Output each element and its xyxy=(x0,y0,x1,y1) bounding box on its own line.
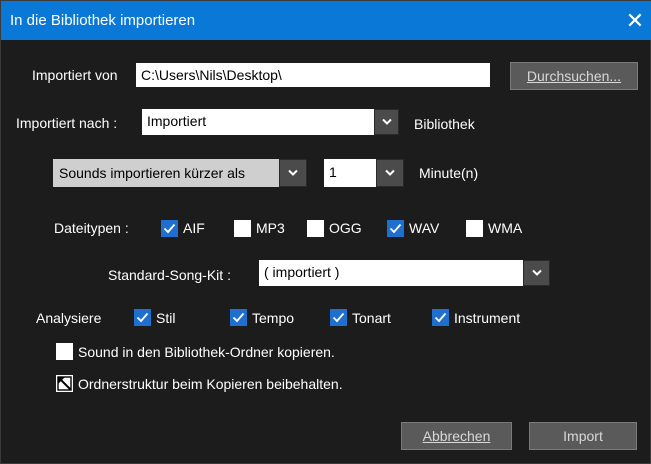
window-title: In die Bibliothek importieren xyxy=(10,12,196,29)
file-type-aif-checkbox[interactable] xyxy=(161,220,178,237)
copy-to-library-label: Sound in den Bibliothek-Ordner kopieren. xyxy=(78,344,335,360)
cancel-button-label: Abbrechen xyxy=(422,428,491,444)
close-icon[interactable]: ✕ xyxy=(618,1,651,40)
file-type-wav-checkbox[interactable] xyxy=(387,220,404,237)
cancel-button[interactable]: Abbrechen xyxy=(401,422,512,450)
browse-button-label: Durchsuchen... xyxy=(526,68,622,84)
copy-to-library-checkbox[interactable] xyxy=(56,343,73,360)
analyze-instrument-checkbox[interactable] xyxy=(432,309,449,326)
browse-button[interactable]: Durchsuchen... xyxy=(510,62,638,90)
import-dialog: In die Bibliothek importieren ✕ Importie… xyxy=(0,0,651,464)
import-from-label: Importiert von xyxy=(32,67,118,83)
file-types-label: Dateitypen : xyxy=(54,220,129,236)
file-type-aif-label: AIF xyxy=(183,220,205,236)
song-kit-select[interactable]: ( importiert ) xyxy=(259,260,523,286)
keep-folder-structure-label: Ordnerstruktur beim Kopieren beibehalten… xyxy=(78,376,343,392)
sound-length-filter-dropdown-button[interactable] xyxy=(279,159,307,187)
file-type-mp3-checkbox[interactable] xyxy=(234,220,251,237)
sound-length-filter-select[interactable]: Sounds importieren kürzer als xyxy=(53,159,279,187)
analyze-instrument-label: Instrument xyxy=(454,310,521,326)
file-type-mp3-label: MP3 xyxy=(256,220,285,236)
checkmark-icon xyxy=(389,223,402,234)
checkmark-icon xyxy=(332,312,345,323)
chevron-down-icon xyxy=(288,169,298,176)
keep-folder-structure-checkbox[interactable] xyxy=(56,375,73,392)
sound-length-amount-dropdown-button[interactable] xyxy=(376,159,404,187)
analyze-tempo-checkbox[interactable] xyxy=(230,309,247,326)
file-type-wav-label: WAV xyxy=(409,220,440,236)
analyze-key-label: Tonart xyxy=(352,310,391,326)
sound-length-unit: Minute(n) xyxy=(419,165,479,181)
import-to-suffix: Bibliothek xyxy=(414,116,475,132)
chevron-down-icon xyxy=(385,169,395,176)
chevron-down-icon xyxy=(381,118,392,125)
sound-length-amount-input[interactable]: 1 xyxy=(324,159,376,187)
file-type-wma-checkbox[interactable] xyxy=(466,220,483,237)
import-button[interactable]: Import xyxy=(529,422,637,450)
file-type-wma-label: WMA xyxy=(488,220,523,236)
checkmark-icon xyxy=(136,312,149,323)
analyze-style-label: Stil xyxy=(156,310,176,326)
title-bar: In die Bibliothek importieren ✕ xyxy=(1,1,651,40)
checkmark-icon xyxy=(163,223,176,234)
import-to-select[interactable]: Importiert xyxy=(142,109,374,135)
checkmark-icon xyxy=(434,312,447,323)
import-to-dropdown-button[interactable] xyxy=(374,109,399,135)
analyze-key-checkbox[interactable] xyxy=(330,309,347,326)
import-to-label: Importiert nach : xyxy=(16,115,118,131)
analyze-tempo-label: Tempo xyxy=(252,310,295,326)
song-kit-label: Standard-Song-Kit : xyxy=(108,267,231,283)
analyze-style-checkbox[interactable] xyxy=(134,309,151,326)
import-from-path-input[interactable]: C:\Users\Nils\Desktop\ xyxy=(136,63,490,87)
indeterminate-icon xyxy=(57,376,72,391)
file-type-ogg-checkbox[interactable] xyxy=(307,220,324,237)
song-kit-dropdown-button[interactable] xyxy=(523,260,550,286)
chevron-down-icon xyxy=(531,269,542,276)
file-type-ogg-label: OGG xyxy=(329,220,362,236)
analyze-label: Analysiere xyxy=(36,310,102,326)
checkmark-icon xyxy=(232,312,245,323)
